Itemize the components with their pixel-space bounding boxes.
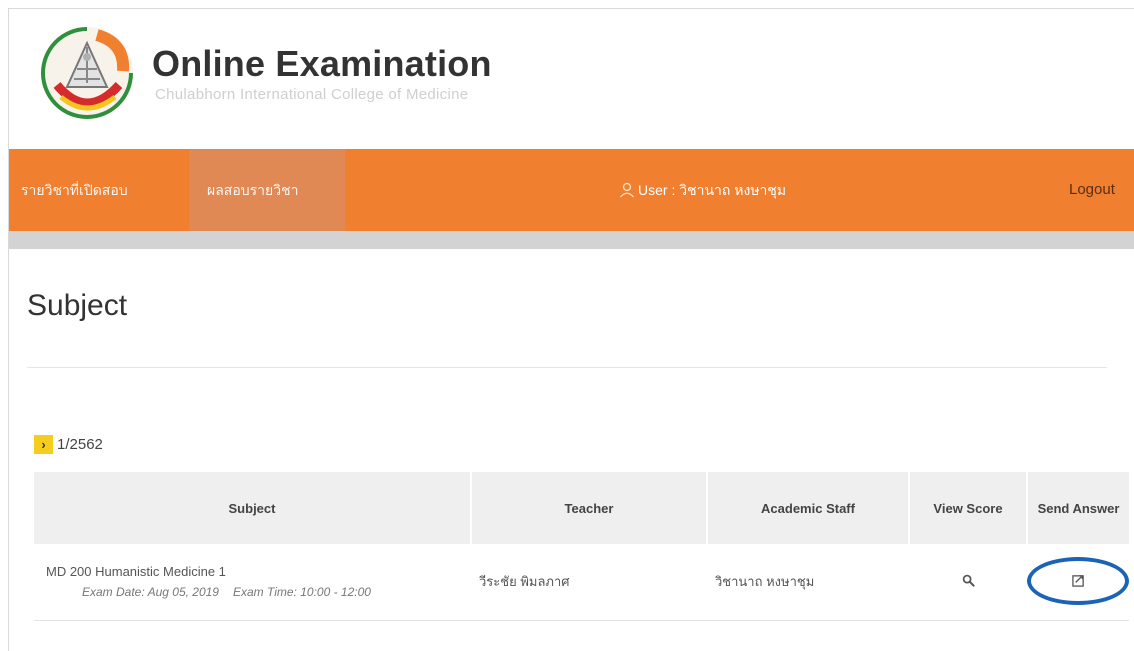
- chevron-right-icon[interactable]: ›: [34, 435, 53, 454]
- exam-schedule: Exam Date: Aug 05, 2019 Exam Time: 10:00 …: [42, 585, 463, 599]
- col-academic-staff: Academic Staff: [707, 472, 910, 544]
- site-title: Online Examination: [152, 43, 492, 84]
- logout-link[interactable]: Logout: [1069, 149, 1115, 231]
- user-menu[interactable]: User : วิชานาถ หงษาชุม: [619, 149, 786, 231]
- nav-results-by-subject[interactable]: ผลสอบรายวิชา: [189, 149, 345, 231]
- site-subtitle: Chulabhorn International College of Medi…: [155, 86, 469, 103]
- nav-open-subjects[interactable]: รายวิชาที่เปิดสอบ: [21, 149, 128, 231]
- sub-navbar-strip: [9, 231, 1134, 249]
- teacher-cell: วีระชัย พิมลภาศ: [471, 544, 707, 621]
- table-header-row: Subject Teacher Academic Staff View Scor…: [34, 472, 1129, 544]
- site-header: Online Examination Chulabhorn Internatio…: [9, 9, 1134, 149]
- term-label: 1/2562: [57, 436, 103, 453]
- exam-time: Exam Time: 10:00 - 12:00: [232, 585, 371, 600]
- send-answer-cell: [1027, 544, 1129, 621]
- col-view-score: View Score: [909, 472, 1028, 544]
- magnifier-icon[interactable]: [962, 574, 975, 587]
- user-name: User : วิชานาถ หงษาชุม: [638, 182, 787, 198]
- academic-staff-cell: วิชานาถ หงษาชุม: [707, 544, 909, 621]
- page-title: Subject: [27, 289, 128, 322]
- main-navbar: รายวิชาที่เปิดสอบ ผลสอบรายวิชา User : วิ…: [9, 149, 1134, 231]
- col-send-answer: Send Answer: [1027, 472, 1129, 544]
- col-subject: Subject: [34, 472, 472, 544]
- send-answer-icon[interactable]: [1071, 574, 1085, 587]
- term-group[interactable]: › 1/2562: [34, 435, 103, 457]
- user-icon: [620, 182, 634, 198]
- subject-name: MD 200 Humanistic Medicine 1: [46, 564, 226, 580]
- view-score-cell: [909, 544, 1027, 621]
- exam-date: Exam Date: Aug 05, 2019: [82, 585, 219, 600]
- college-logo: [41, 27, 133, 119]
- table-row: MD 200 Humanistic Medicine 1 Exam Date: …: [34, 544, 1129, 621]
- exam-table: Subject Teacher Academic Staff View Scor…: [34, 472, 1129, 621]
- col-teacher: Teacher: [471, 472, 708, 544]
- app-frame: Online Examination Chulabhorn Internatio…: [8, 8, 1134, 651]
- subject-cell: MD 200 Humanistic Medicine 1 Exam Date: …: [34, 544, 471, 621]
- title-divider: [27, 367, 1107, 368]
